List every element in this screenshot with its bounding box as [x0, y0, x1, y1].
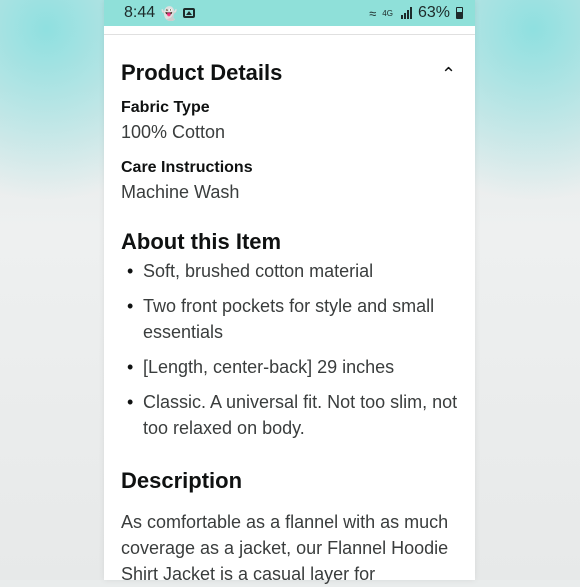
status-right: ≈ 4G 63%: [369, 4, 463, 22]
care-instructions-value: Machine Wash: [121, 182, 240, 202]
network-type: 4G: [382, 8, 393, 18]
image-icon: [183, 8, 196, 18]
signal-icon: [400, 7, 412, 19]
snapchat-icon: 👻: [161, 5, 178, 21]
status-left: 8:44 👻: [124, 4, 196, 22]
battery-percent: 63%: [417, 4, 450, 21]
chevron-up-icon[interactable]: ⌃: [441, 64, 456, 85]
list-item: Soft, brushed cotton material: [121, 258, 466, 284]
care-instructions-label: Care Instructions: [121, 159, 253, 176]
description-text: As comfortable as a flannel with as much…: [121, 512, 449, 584]
battery-icon: [456, 7, 463, 19]
about-list: Soft, brushed cotton material Two front …: [121, 258, 466, 450]
product-details-heading[interactable]: Product Details: [121, 60, 282, 86]
section-divider: [104, 34, 475, 35]
fabric-type-value: 100% Cotton: [121, 122, 226, 142]
about-heading: About this Item: [121, 229, 282, 254]
fabric-type-label: Fabric Type: [121, 99, 210, 116]
description-heading: Description: [121, 468, 243, 493]
list-item: Classic. A universal fit. Not too slim, …: [121, 389, 466, 441]
status-bar: 8:44 👻 ≈ 4G 63%: [104, 0, 475, 26]
list-item: Two front pockets for style and small es…: [121, 293, 466, 345]
status-time: 8:44: [124, 4, 156, 21]
wifi-icon: ≈: [369, 5, 377, 21]
list-item: [Length, center-back] 29 inches: [121, 354, 466, 380]
